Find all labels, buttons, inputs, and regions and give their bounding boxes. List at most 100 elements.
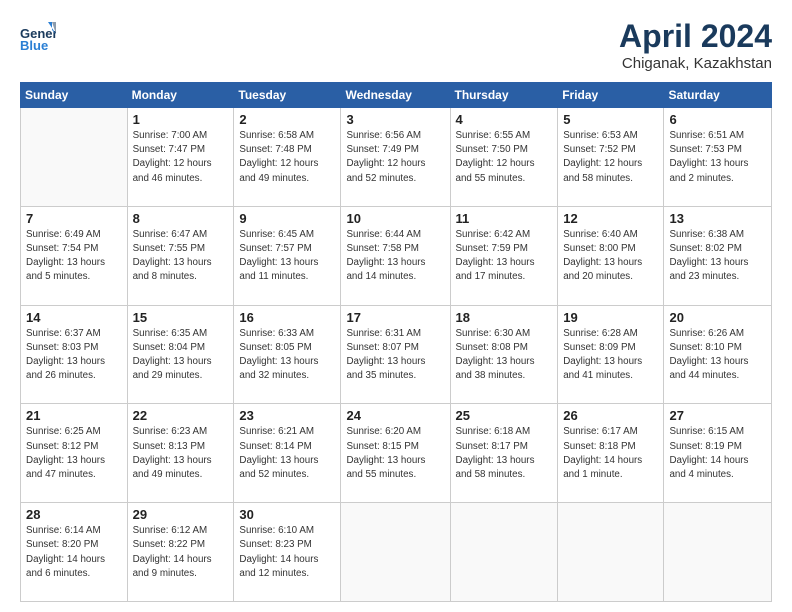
day-info: Sunrise: 6:23 AM Sunset: 8:13 PM Dayligh… bbox=[133, 425, 229, 482]
calendar-cell bbox=[21, 108, 128, 207]
day-info: Sunrise: 6:40 AM Sunset: 8:00 PM Dayligh… bbox=[563, 228, 658, 285]
day-info: Sunrise: 6:49 AM Sunset: 7:54 PM Dayligh… bbox=[26, 228, 122, 285]
weekday-header-row: SundayMondayTuesdayWednesdayThursdayFrid… bbox=[21, 83, 772, 108]
calendar-cell: 19 Sunrise: 6:28 AM Sunset: 8:09 PM Dayli… bbox=[558, 305, 664, 404]
weekday-friday: Friday bbox=[558, 83, 664, 108]
day-number: 13 bbox=[669, 211, 766, 226]
day-number: 7 bbox=[26, 211, 122, 226]
calendar-cell: 13 Sunrise: 6:38 AM Sunset: 8:02 PM Dayli… bbox=[664, 206, 772, 305]
day-number: 18 bbox=[456, 310, 553, 325]
calendar-cell: 20Sunrise: 6:26 AM Sunset: 8:10 PM Dayli… bbox=[664, 305, 772, 404]
day-info: Sunrise: 6:20 AM Sunset: 8:15 PM Dayligh… bbox=[346, 425, 444, 482]
day-number: 2 bbox=[239, 112, 335, 127]
day-number: 9 bbox=[239, 211, 335, 226]
logo-icon: General Blue bbox=[20, 18, 56, 54]
title-block: April 2024 Chiganak, Kazakhstan bbox=[619, 18, 772, 72]
calendar-cell bbox=[341, 503, 450, 602]
calendar-cell: 23 Sunrise: 6:21 AM Sunset: 8:14 PM Dayli… bbox=[234, 404, 341, 503]
calendar-cell: 1 Sunrise: 7:00 AM Sunset: 7:47 PM Daylig… bbox=[127, 108, 234, 207]
calendar-cell: 8 Sunrise: 6:47 AM Sunset: 7:55 PM Daylig… bbox=[127, 206, 234, 305]
day-info: Sunrise: 6:33 AM Sunset: 8:05 PM Dayligh… bbox=[239, 327, 335, 384]
calendar-cell: 29 Sunrise: 6:12 AM Sunset: 8:22 PM Dayli… bbox=[127, 503, 234, 602]
page: General Blue April 2024 Chiganak, Kazakh… bbox=[0, 0, 792, 612]
calendar-cell: 17Sunrise: 6:31 AM Sunset: 8:07 PM Dayli… bbox=[341, 305, 450, 404]
day-number: 6 bbox=[669, 112, 766, 127]
day-number: 5 bbox=[563, 112, 658, 127]
day-info: Sunrise: 6:58 AM Sunset: 7:48 PM Dayligh… bbox=[239, 129, 335, 186]
day-number: 8 bbox=[133, 211, 229, 226]
day-number: 14 bbox=[26, 310, 122, 325]
day-number: 12 bbox=[563, 211, 658, 226]
weekday-saturday: Saturday bbox=[664, 83, 772, 108]
day-info: Sunrise: 6:25 AM Sunset: 8:12 PM Dayligh… bbox=[26, 425, 122, 482]
day-info: Sunrise: 6:18 AM Sunset: 8:17 PM Dayligh… bbox=[456, 425, 553, 482]
day-number: 15 bbox=[133, 310, 229, 325]
calendar-cell bbox=[664, 503, 772, 602]
calendar-cell: 10 Sunrise: 6:44 AM Sunset: 7:58 PM Dayli… bbox=[341, 206, 450, 305]
calendar-week-1: 1 Sunrise: 7:00 AM Sunset: 7:47 PM Daylig… bbox=[21, 108, 772, 207]
day-info: Sunrise: 6:21 AM Sunset: 8:14 PM Dayligh… bbox=[239, 425, 335, 482]
day-number: 4 bbox=[456, 112, 553, 127]
calendar-week-2: 7 Sunrise: 6:49 AM Sunset: 7:54 PM Daylig… bbox=[21, 206, 772, 305]
day-info: Sunrise: 6:38 AM Sunset: 8:02 PM Dayligh… bbox=[669, 228, 766, 285]
day-number: 1 bbox=[133, 112, 229, 127]
day-number: 25 bbox=[456, 408, 553, 423]
calendar-cell: 15 Sunrise: 6:35 AM Sunset: 8:04 PM Dayli… bbox=[127, 305, 234, 404]
day-number: 26 bbox=[563, 408, 658, 423]
calendar-cell: 25 Sunrise: 6:18 AM Sunset: 8:17 PM Dayli… bbox=[450, 404, 558, 503]
month-title: April 2024 bbox=[619, 18, 772, 55]
day-info: Sunrise: 6:17 AM Sunset: 8:18 PM Dayligh… bbox=[563, 425, 658, 482]
calendar-week-4: 21Sunrise: 6:25 AM Sunset: 8:12 PM Dayli… bbox=[21, 404, 772, 503]
svg-text:Blue: Blue bbox=[20, 38, 48, 53]
calendar-cell: 9 Sunrise: 6:45 AM Sunset: 7:57 PM Daylig… bbox=[234, 206, 341, 305]
calendar-cell: 3 Sunrise: 6:56 AM Sunset: 7:49 PM Daylig… bbox=[341, 108, 450, 207]
day-info: Sunrise: 6:56 AM Sunset: 7:49 PM Dayligh… bbox=[346, 129, 444, 186]
calendar-week-3: 14 Sunrise: 6:37 AM Sunset: 8:03 PM Dayli… bbox=[21, 305, 772, 404]
day-info: Sunrise: 6:45 AM Sunset: 7:57 PM Dayligh… bbox=[239, 228, 335, 285]
day-number: 3 bbox=[346, 112, 444, 127]
day-info: Sunrise: 6:55 AM Sunset: 7:50 PM Dayligh… bbox=[456, 129, 553, 186]
day-info: Sunrise: 7:00 AM Sunset: 7:47 PM Dayligh… bbox=[133, 129, 229, 186]
day-info: Sunrise: 6:44 AM Sunset: 7:58 PM Dayligh… bbox=[346, 228, 444, 285]
day-info: Sunrise: 6:10 AM Sunset: 8:23 PM Dayligh… bbox=[239, 524, 335, 581]
calendar-cell: 27Sunrise: 6:15 AM Sunset: 8:19 PM Dayli… bbox=[664, 404, 772, 503]
day-number: 23 bbox=[239, 408, 335, 423]
calendar-cell: 4 Sunrise: 6:55 AM Sunset: 7:50 PM Daylig… bbox=[450, 108, 558, 207]
day-info: Sunrise: 6:12 AM Sunset: 8:22 PM Dayligh… bbox=[133, 524, 229, 581]
calendar-cell: 26 Sunrise: 6:17 AM Sunset: 8:18 PM Dayli… bbox=[558, 404, 664, 503]
day-info: Sunrise: 6:35 AM Sunset: 8:04 PM Dayligh… bbox=[133, 327, 229, 384]
day-number: 28 bbox=[26, 507, 122, 522]
day-number: 19 bbox=[563, 310, 658, 325]
calendar-cell: 6 Sunrise: 6:51 AM Sunset: 7:53 PM Daylig… bbox=[664, 108, 772, 207]
day-info: Sunrise: 6:31 AM Sunset: 8:07 PM Dayligh… bbox=[346, 327, 444, 384]
day-info: Sunrise: 6:14 AM Sunset: 8:20 PM Dayligh… bbox=[26, 524, 122, 581]
day-number: 20 bbox=[669, 310, 766, 325]
day-info: Sunrise: 6:28 AM Sunset: 8:09 PM Dayligh… bbox=[563, 327, 658, 384]
header: General Blue April 2024 Chiganak, Kazakh… bbox=[20, 18, 772, 72]
day-info: Sunrise: 6:37 AM Sunset: 8:03 PM Dayligh… bbox=[26, 327, 122, 384]
calendar-cell: 11 Sunrise: 6:42 AM Sunset: 7:59 PM Dayli… bbox=[450, 206, 558, 305]
calendar-cell: 2 Sunrise: 6:58 AM Sunset: 7:48 PM Daylig… bbox=[234, 108, 341, 207]
calendar-cell: 24Sunrise: 6:20 AM Sunset: 8:15 PM Dayli… bbox=[341, 404, 450, 503]
calendar-table: SundayMondayTuesdayWednesdayThursdayFrid… bbox=[20, 82, 772, 602]
day-number: 29 bbox=[133, 507, 229, 522]
day-number: 11 bbox=[456, 211, 553, 226]
calendar-cell bbox=[558, 503, 664, 602]
calendar-cell: 28 Sunrise: 6:14 AM Sunset: 8:20 PM Dayli… bbox=[21, 503, 128, 602]
weekday-thursday: Thursday bbox=[450, 83, 558, 108]
day-number: 10 bbox=[346, 211, 444, 226]
location-subtitle: Chiganak, Kazakhstan bbox=[619, 55, 772, 72]
day-number: 16 bbox=[239, 310, 335, 325]
day-info: Sunrise: 6:47 AM Sunset: 7:55 PM Dayligh… bbox=[133, 228, 229, 285]
day-info: Sunrise: 6:51 AM Sunset: 7:53 PM Dayligh… bbox=[669, 129, 766, 186]
calendar-cell: 30Sunrise: 6:10 AM Sunset: 8:23 PM Dayli… bbox=[234, 503, 341, 602]
calendar-cell: 21Sunrise: 6:25 AM Sunset: 8:12 PM Dayli… bbox=[21, 404, 128, 503]
calendar-cell: 5Sunrise: 6:53 AM Sunset: 7:52 PM Daylig… bbox=[558, 108, 664, 207]
day-number: 22 bbox=[133, 408, 229, 423]
logo: General Blue bbox=[20, 18, 60, 54]
calendar-cell: 22 Sunrise: 6:23 AM Sunset: 8:13 PM Dayli… bbox=[127, 404, 234, 503]
weekday-tuesday: Tuesday bbox=[234, 83, 341, 108]
day-info: Sunrise: 6:30 AM Sunset: 8:08 PM Dayligh… bbox=[456, 327, 553, 384]
day-number: 27 bbox=[669, 408, 766, 423]
day-info: Sunrise: 6:42 AM Sunset: 7:59 PM Dayligh… bbox=[456, 228, 553, 285]
